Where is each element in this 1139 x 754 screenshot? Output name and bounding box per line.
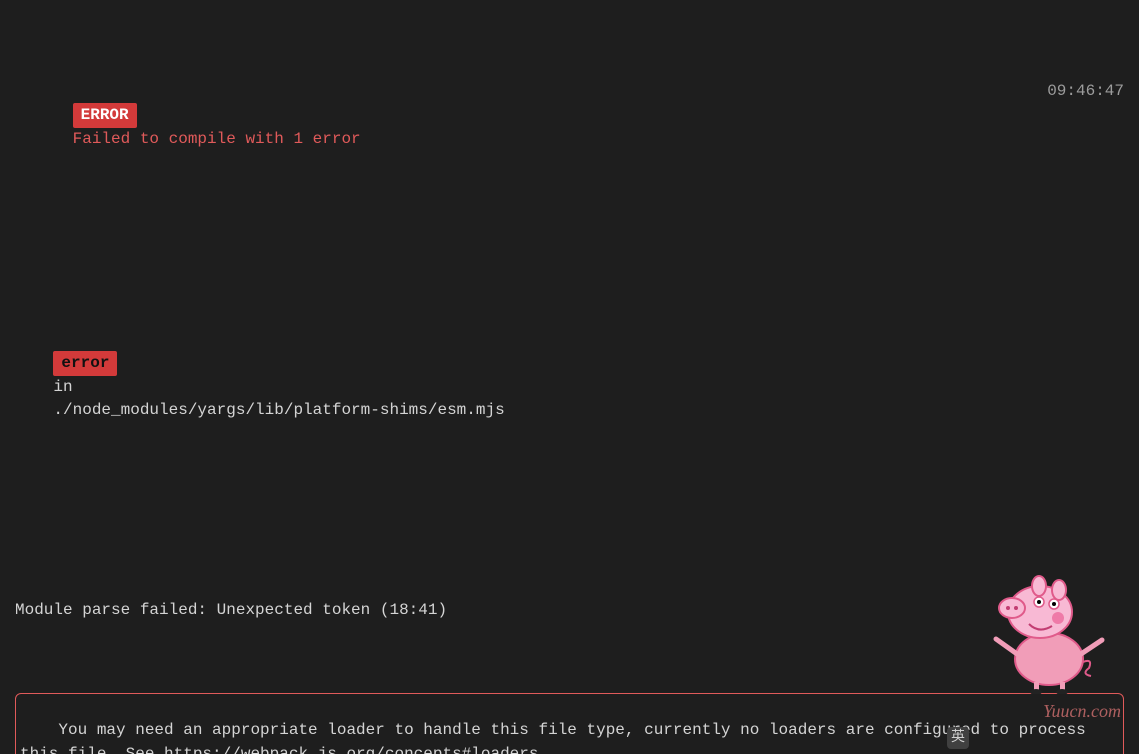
error-in-line: error in ./node_modules/yargs/lib/platfo… [15, 327, 1124, 445]
error-path: ./node_modules/yargs/lib/platform-shims/… [53, 401, 504, 419]
watermark-text: Yuucn.com [1043, 698, 1121, 724]
parse-fail-line: Module parse failed: Unexpected token (1… [15, 599, 1124, 622]
error-badge-caps: ERROR [73, 103, 137, 128]
error-badge-lower: error [53, 351, 117, 376]
error-header-line: ERROR Failed to compile with 1 error 09:… [15, 80, 1124, 175]
loader-hint-text: You may need an appropriate loader to ha… [20, 721, 1095, 754]
compile-fail-message: Failed to compile with 1 error [73, 130, 361, 148]
peppa-pig-icon [984, 564, 1114, 694]
in-label: in [53, 378, 72, 396]
ime-badge: 英 [947, 727, 969, 749]
blank-line [15, 244, 1124, 258]
timestamp: 09:46:47 [1047, 80, 1124, 103]
blank-line [15, 515, 1124, 529]
terminal-output[interactable]: ERROR Failed to compile with 1 error 09:… [0, 0, 1139, 754]
